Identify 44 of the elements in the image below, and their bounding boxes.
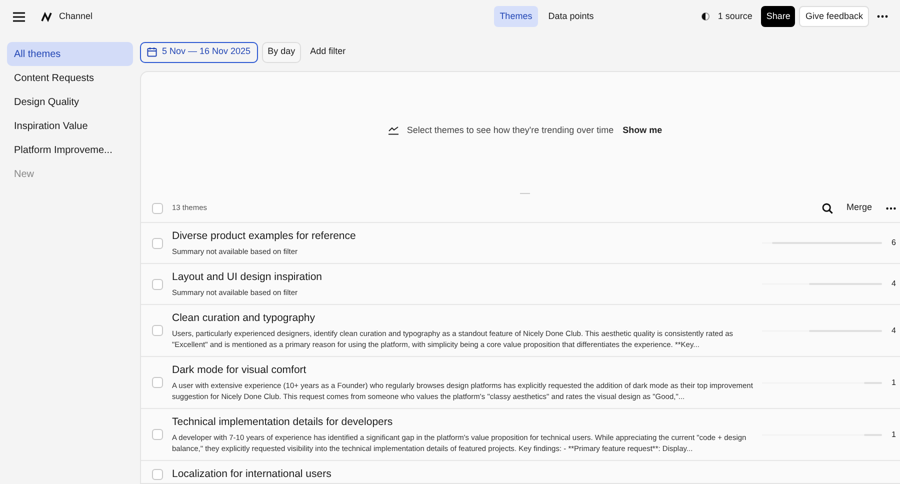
source-count[interactable]: 1 source [718, 10, 752, 24]
date-range-button[interactable]: 5 Nov — 16 Nov 2025 [140, 42, 258, 62]
sidebar-item[interactable]: All themes [7, 42, 133, 66]
merge-button[interactable]: Merge [846, 201, 872, 215]
search-icon[interactable] [822, 202, 834, 214]
show-me-button[interactable]: Show me [622, 124, 662, 138]
add-filter-button[interactable]: Add filter [305, 42, 351, 62]
resize-handle[interactable] [520, 192, 530, 194]
view-tab[interactable]: Themes [494, 6, 538, 28]
trend-chart-icon [388, 126, 399, 136]
theme-title[interactable]: Clean curation and typography [172, 311, 762, 325]
channel-title: Channel [59, 10, 93, 23]
sidebar-item[interactable]: Platform Improveme... [7, 138, 133, 162]
sidebar-item[interactable]: Content Requests [7, 66, 133, 90]
theme-title[interactable]: Layout and UI design inspiration [172, 270, 762, 284]
row-checkbox[interactable] [152, 202, 163, 214]
view-tab[interactable]: Data points [542, 6, 600, 28]
calendar-icon [147, 47, 157, 57]
half-circle-icon [700, 12, 710, 21]
zigzag-logo-icon [41, 12, 52, 22]
group-by-button[interactable]: By day [262, 42, 302, 62]
feedback-button[interactable]: Give feedback [799, 6, 869, 28]
theme-title[interactable]: Technical implementation details for developers [172, 415, 762, 429]
sidebar-item[interactable]: Inspiration Value [7, 114, 133, 138]
theme-title[interactable]: Dark mode for visual comfort [172, 363, 762, 377]
more-icon[interactable] [877, 15, 888, 18]
theme-count-value: 1 [890, 376, 896, 388]
more-icon[interactable] [886, 206, 896, 210]
share-button[interactable]: Share [761, 6, 796, 28]
theme-count-value: 4 [890, 278, 896, 290]
theme-title[interactable]: Diverse product examples for reference [172, 229, 762, 243]
trend-message: Select themes to see how they're trending over time [406, 124, 614, 137]
sidebar-item[interactable]: Design Quality [7, 90, 133, 114]
row-checkbox[interactable] [152, 278, 163, 290]
theme-count-value: 1 [890, 428, 896, 440]
row-checkbox[interactable] [152, 377, 163, 388]
row-checkbox[interactable] [152, 468, 163, 480]
row-checkbox[interactable] [152, 238, 163, 248]
theme-count-value: 6 [890, 237, 896, 249]
menu-icon[interactable] [13, 12, 25, 22]
theme-count-value: 4 [890, 324, 896, 336]
row-checkbox[interactable] [152, 325, 163, 336]
theme-title[interactable]: Localization for international users [172, 467, 762, 481]
row-checkbox[interactable] [152, 429, 163, 440]
